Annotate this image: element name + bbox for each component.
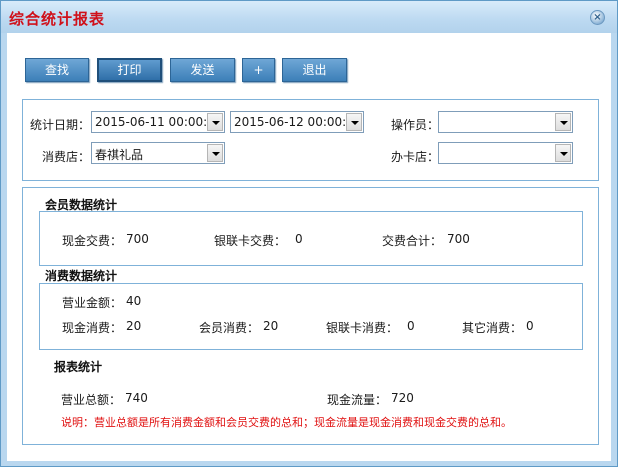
consume-cash-value: 20 — [126, 319, 142, 333]
chevron-down-icon[interactable] — [207, 144, 223, 162]
add-button[interactable]: + — [242, 58, 275, 82]
statistics-panel: 会员数据统计 现金交费： 700 银联卡交费： 0 交费合计： 700 消费数据… — [22, 187, 599, 445]
member-cash-value: 700 — [126, 232, 149, 246]
chevron-down-icon[interactable] — [207, 113, 223, 131]
consume-other-label: 其它消费： — [462, 321, 523, 335]
exit-button[interactable]: 退出 — [282, 58, 347, 82]
card-store-label: 办卡店： — [391, 150, 440, 164]
title-bar[interactable]: 综合统计报表 × — [1, 1, 617, 33]
card-store-select[interactable] — [438, 142, 573, 164]
consume-unionpay-label: 银联卡消费： — [326, 321, 399, 335]
store-value: 春祺礼品 — [95, 148, 144, 162]
report-cashflow-label: 现金流量： — [327, 393, 388, 407]
member-total-value: 700 — [447, 232, 470, 246]
chevron-down-icon[interactable] — [555, 113, 571, 131]
report-cashflow-value: 720 — [391, 391, 414, 405]
store-label: 消费店： — [42, 150, 91, 164]
member-cash-label: 现金交费： — [62, 234, 123, 248]
member-total-label: 交费合计： — [382, 234, 443, 248]
report-window: 综合统计报表 × 查找 打印 发送 + 退出 统计日期： 2015-06-11 … — [0, 0, 618, 467]
close-icon[interactable]: × — [590, 10, 605, 25]
consume-cash-label: 现金消费： — [62, 321, 123, 335]
date-end-value: 2015-06-12 00:00:00 — [234, 115, 362, 129]
member-stats-group: 现金交费： 700 银联卡交费： 0 交费合计： 700 — [39, 211, 583, 266]
consume-member-label: 会员消费： — [199, 321, 260, 335]
report-total-label: 营业总额： — [61, 393, 122, 407]
member-unionpay-label: 银联卡交费： — [214, 234, 287, 248]
date-label: 统计日期： — [30, 118, 91, 132]
search-button[interactable]: 查找 — [25, 58, 89, 82]
print-button[interactable]: 打印 — [97, 58, 162, 82]
consume-stats-title: 消费数据统计 — [45, 269, 118, 283]
consume-stats-group: 营业金额： 40 现金消费： 20 会员消费： 20 银联卡消费： 0 其它消费… — [39, 283, 583, 350]
chevron-down-icon[interactable] — [555, 144, 571, 162]
consume-other-value: 0 — [526, 319, 534, 333]
consume-unionpay-value: 0 — [407, 319, 415, 333]
operator-label: 操作员： — [391, 118, 440, 132]
date-end-picker[interactable]: 2015-06-12 00:00:00 — [230, 111, 364, 133]
chevron-down-icon[interactable] — [346, 113, 362, 131]
operator-select[interactable] — [438, 111, 573, 133]
store-select[interactable]: 春祺礼品 — [91, 142, 225, 164]
member-unionpay-value: 0 — [295, 232, 303, 246]
consume-member-value: 20 — [263, 319, 279, 333]
date-start-picker[interactable]: 2015-06-11 00:00:00 — [91, 111, 225, 133]
report-note: 说明：营业总额是所有消费金额和会员交费的总和；现金流量是现金消费和现金交费的总和… — [61, 416, 512, 429]
window-title: 综合统计报表 — [9, 10, 106, 28]
report-stats-title: 报表统计 — [54, 360, 103, 374]
consume-revenue-label: 营业金额： — [62, 296, 123, 310]
filter-panel: 统计日期： 2015-06-11 00:00:00 2015-06-12 00:… — [22, 99, 599, 181]
report-total-value: 740 — [125, 391, 148, 405]
date-start-value: 2015-06-11 00:00:00 — [95, 115, 223, 129]
send-button[interactable]: 发送 — [170, 58, 235, 82]
consume-revenue-value: 40 — [126, 294, 142, 308]
window-client-area: 查找 打印 发送 + 退出 统计日期： 2015-06-11 00:00:00 … — [7, 33, 611, 461]
